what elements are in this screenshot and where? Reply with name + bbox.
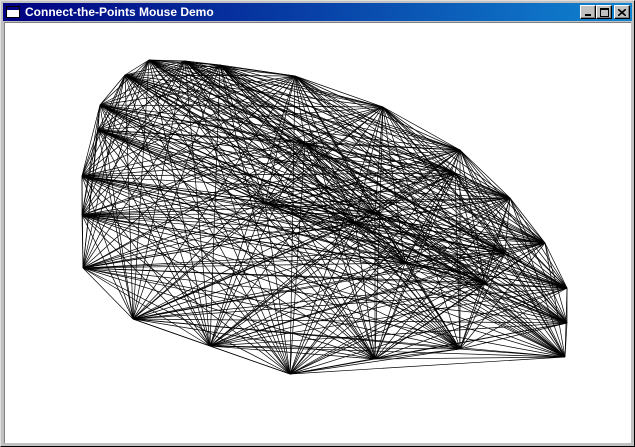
maximize-icon [599, 7, 609, 17]
connecting-line [289, 356, 566, 375]
connecting-line [132, 252, 506, 320]
connecting-line [184, 60, 456, 174]
window-title: Connect-the-Points Mouse Demo [25, 5, 214, 19]
maximize-button[interactable] [596, 5, 612, 19]
connecting-line [124, 74, 506, 254]
connecting-line [148, 59, 211, 347]
connecting-line [294, 75, 456, 174]
close-icon [618, 8, 626, 16]
minimize-icon [585, 14, 591, 16]
close-button[interactable] [614, 5, 630, 19]
connecting-line [459, 348, 566, 358]
connecting-line [82, 267, 291, 375]
connecting-line [81, 172, 456, 216]
title-bar[interactable]: Connect-the-Points Mouse Demo [3, 3, 632, 21]
connecting-line [209, 345, 566, 358]
minimize-button[interactable] [580, 5, 596, 19]
app-window-icon[interactable] [5, 5, 21, 19]
app-window: Connect-the-Points Mouse Demo [0, 0, 635, 447]
connecting-line [209, 345, 291, 375]
drawing-canvas[interactable] [4, 22, 631, 443]
points-mesh [81, 59, 568, 375]
